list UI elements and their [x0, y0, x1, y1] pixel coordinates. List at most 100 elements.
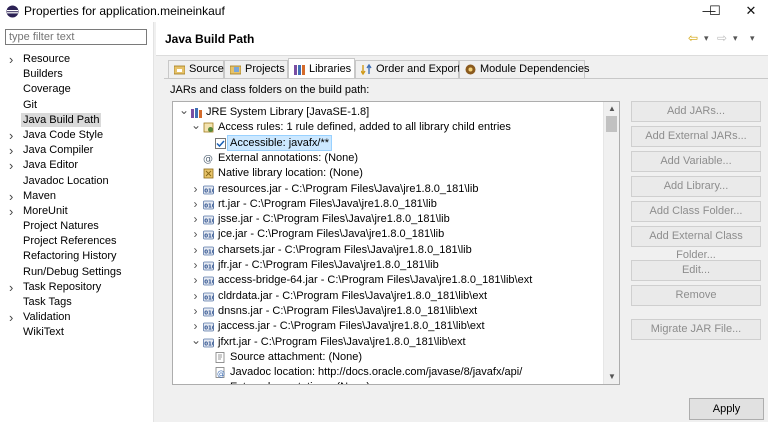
- tab-libraries[interactable]: Libraries: [288, 58, 355, 78]
- add-jars-button[interactable]: Add JARs...: [631, 101, 761, 122]
- tree-row[interactable]: › 010 access-bridge-64.jar - C:\Program Fi…: [173, 273, 605, 288]
- chevron-right-icon[interactable]: ›: [191, 182, 200, 197]
- tree-row-label: cldrdata.jar - C:\Program Files\Java\jre…: [218, 289, 488, 302]
- svg-text:@: @: [215, 383, 225, 385]
- tab-order-and-export[interactable]: Order and Export: [355, 60, 460, 78]
- nav-item[interactable]: Task Tags: [0, 295, 153, 310]
- nav-item-label: Javadoc Location: [23, 174, 109, 187]
- chevron-right-icon[interactable]: ›: [9, 52, 13, 67]
- order-export-icon: [361, 64, 372, 75]
- chevron-right-icon[interactable]: ›: [9, 189, 13, 204]
- tree-row[interactable]: Source attachment: (None): [173, 350, 605, 365]
- libraries-panel: JARs and class folders on the build path…: [164, 78, 768, 410]
- nav-item[interactable]: Git: [0, 98, 153, 113]
- chevron-right-icon[interactable]: ›: [191, 197, 200, 212]
- chevron-right-icon[interactable]: ›: [191, 289, 200, 304]
- tree-row[interactable]: ⌄ Access rules: 1 rule defined, added to …: [173, 119, 605, 135]
- tree-row[interactable]: › 010 jce.jar - C:\Program Files\Java\jre1…: [173, 227, 605, 242]
- tree-row[interactable]: › 010 jaccess.jar - C:\Program Files\Java\…: [173, 319, 605, 334]
- nav-item[interactable]: › Task Repository: [0, 280, 153, 295]
- add-external-class-folder-button[interactable]: Add External Class Folder...: [631, 226, 761, 261]
- tree-row[interactable]: › 010 jsse.jar - C:\Program Files\Java\jre…: [173, 212, 605, 227]
- tree-row[interactable]: ⌄ JRE System Library [JavaSE-1.8]: [173, 104, 605, 120]
- vertical-scrollbar[interactable]: ▲ ▼: [603, 102, 619, 384]
- chevron-down-icon[interactable]: ⌄: [191, 119, 201, 131]
- tree-row[interactable]: › 010 resources.jar - C:\Program Files\Jav…: [173, 182, 605, 197]
- chevron-right-icon[interactable]: ›: [9, 128, 13, 143]
- nav-item[interactable]: Java Build Path: [0, 112, 153, 128]
- tree-row[interactable]: Native library location: (None): [173, 166, 605, 181]
- chevron-down-icon[interactable]: ⌄: [179, 104, 189, 116]
- chevron-right-icon[interactable]: ›: [9, 158, 13, 173]
- tree-row[interactable]: @ External annotations: (None): [173, 380, 605, 385]
- svg-text:010: 010: [204, 249, 214, 255]
- chevron-right-icon[interactable]: ›: [191, 258, 200, 273]
- migrate-jar-button[interactable]: Migrate JAR File...: [631, 319, 761, 340]
- native-library-icon: [203, 168, 214, 179]
- chevron-right-icon[interactable]: ›: [191, 304, 200, 319]
- tree-row[interactable]: › 010 rt.jar - C:\Program Files\Java\jre1.…: [173, 197, 605, 212]
- nav-item[interactable]: › Validation: [0, 310, 153, 325]
- nav-item[interactable]: Project Natures: [0, 219, 153, 234]
- chevron-right-icon[interactable]: ›: [9, 280, 13, 295]
- nav-item[interactable]: Javadoc Location: [0, 174, 153, 189]
- tab-source[interactable]: Source: [168, 60, 224, 78]
- add-library-button[interactable]: Add Library...: [631, 176, 761, 197]
- tree-row[interactable]: › 010 dnsns.jar - C:\Program Files\Java\jr…: [173, 304, 605, 319]
- chevron-right-icon[interactable]: ›: [191, 319, 200, 334]
- filter-input[interactable]: [5, 29, 147, 45]
- nav-item[interactable]: › Maven: [0, 189, 153, 204]
- nav-item[interactable]: Run/Debug Settings: [0, 265, 153, 280]
- nav-item[interactable]: Coverage: [0, 82, 153, 97]
- chevron-right-icon[interactable]: ›: [9, 143, 13, 158]
- nav-item[interactable]: › Java Editor: [0, 158, 153, 173]
- scroll-down-icon[interactable]: ▼: [604, 370, 619, 384]
- add-class-folder-button[interactable]: Add Class Folder...: [631, 201, 761, 222]
- chevron-right-icon[interactable]: ›: [191, 243, 200, 258]
- nav-item[interactable]: Project References: [0, 234, 153, 249]
- nav-item[interactable]: › Resource: [0, 52, 153, 67]
- tree-row[interactable]: Accessible: javafx/**: [173, 134, 605, 151]
- chevron-right-icon[interactable]: ›: [191, 273, 200, 288]
- close-button[interactable]: ✕: [734, 0, 768, 22]
- jar-icon: 010: [203, 200, 214, 209]
- tree-row[interactable]: › 010 jfr.jar - C:\Program Files\Java\jre1…: [173, 258, 605, 273]
- maximize-button[interactable]: ☐: [698, 0, 732, 22]
- scroll-thumb[interactable]: [606, 116, 617, 132]
- chevron-right-icon[interactable]: ›: [9, 204, 13, 219]
- scroll-up-icon[interactable]: ▲: [604, 102, 619, 116]
- add-variable-button[interactable]: Add Variable...: [631, 151, 761, 172]
- nav-item[interactable]: › MoreUnit: [0, 204, 153, 219]
- tab-projects[interactable]: Projects: [224, 60, 288, 78]
- nav-item-label: MoreUnit: [23, 204, 68, 217]
- tab-module-dependencies[interactable]: Module Dependencies: [459, 60, 589, 78]
- apply-button[interactable]: Apply: [689, 398, 764, 420]
- tree-row[interactable]: › 010 cldrdata.jar - C:\Program Files\Java…: [173, 289, 605, 304]
- nav-item[interactable]: WikiText: [0, 325, 153, 340]
- nav-item[interactable]: Builders: [0, 67, 153, 82]
- checkmark-icon: [215, 137, 226, 149]
- edit-button[interactable]: Edit...: [631, 260, 761, 281]
- nav-item[interactable]: › Java Code Style: [0, 128, 153, 143]
- view-menu-icon[interactable]: ▾: [750, 33, 755, 44]
- nav-item[interactable]: Refactoring History: [0, 249, 153, 264]
- chevron-right-icon[interactable]: ›: [191, 227, 200, 242]
- jar-icon: 010: [203, 322, 214, 332]
- tree-row[interactable]: ⌄010 jfxrt.jar - C:\Program Files\Java\jr…: [173, 334, 605, 350]
- tree-row[interactable]: @ External annotations: (None): [173, 151, 605, 166]
- chevron-down-icon[interactable]: ⌄: [191, 334, 201, 346]
- chevron-right-icon[interactable]: ›: [191, 212, 200, 227]
- nav-item-label: Resource: [23, 53, 71, 65]
- back-arrow-icon[interactable]: ⇦: [688, 31, 698, 45]
- back-dropdown-icon[interactable]: ▾: [704, 33, 709, 44]
- library-tree[interactable]: ⌄ JRE System Library [JavaSE-1.8] ⌄ Access …: [172, 101, 620, 385]
- property-page-nav: › Resource Builders Coverage GitJava Build P…: [0, 22, 153, 422]
- forward-arrow-icon[interactable]: ⇨: [717, 31, 727, 45]
- forward-dropdown-icon[interactable]: ▾: [733, 33, 738, 44]
- add-external-jars-button[interactable]: Add External JARs...: [631, 126, 761, 147]
- nav-item[interactable]: › Java Compiler: [0, 143, 153, 158]
- chevron-right-icon[interactable]: ›: [9, 310, 13, 325]
- remove-button[interactable]: Remove: [631, 285, 761, 306]
- tree-row[interactable]: @ Javadoc location: http://docs.oracle.co…: [173, 365, 605, 380]
- tree-row[interactable]: › 010 charsets.jar - C:\Program Files\Java…: [173, 243, 605, 258]
